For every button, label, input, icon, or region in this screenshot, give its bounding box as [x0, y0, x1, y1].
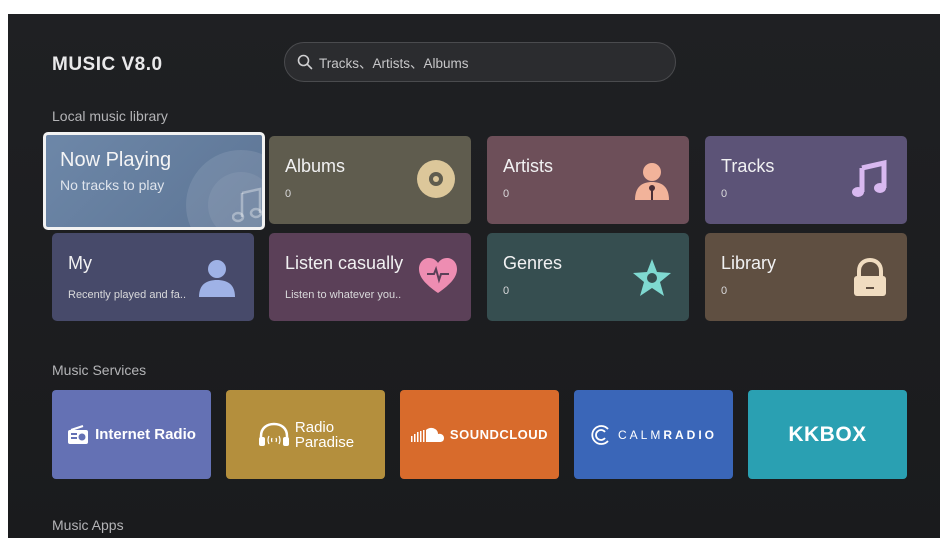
tile-title: Genres	[503, 253, 563, 273]
headphones-icon	[258, 422, 289, 446]
tile-title: Artists	[503, 156, 554, 176]
music-app-screen: MUSIC V8.0 Tracks、Artists、Albums Local m…	[8, 14, 940, 538]
service-label-line2: Paradise	[294, 433, 355, 451]
heart-icon	[419, 258, 457, 293]
section-title-services: Music Services	[52, 362, 147, 378]
tile-my[interactable]: My Recently played and fa..	[52, 233, 254, 321]
service-soundcloud[interactable]: SOUNDCLOUD	[400, 390, 559, 479]
service-radio-paradise[interactable]: Radio Paradise	[226, 390, 385, 479]
service-label: SOUNDCLOUD	[449, 427, 549, 442]
tile-count: 0	[721, 285, 728, 297]
disc-icon	[417, 160, 455, 198]
singer-icon	[635, 163, 669, 200]
tile-title: Albums	[285, 156, 346, 176]
search-icon	[297, 54, 313, 70]
tile-artists[interactable]: Artists 0	[487, 136, 689, 224]
section-title-local: Local music library	[52, 108, 168, 124]
tile-title: Tracks	[721, 156, 775, 176]
service-label-calm: CALM	[617, 427, 664, 442]
service-kkbox[interactable]: KKBOX	[748, 390, 907, 479]
tile-count: 0	[503, 285, 510, 297]
tile-title: My	[68, 253, 92, 273]
tile-title: Listen casually	[285, 253, 404, 273]
tile-genres[interactable]: Genres 0	[487, 233, 689, 321]
music-note-icon	[232, 187, 262, 223]
tile-now-playing[interactable]: Now Playing No tracks to play	[43, 132, 265, 230]
app-title: MUSIC V8.0	[52, 54, 163, 75]
tile-count: 0	[503, 188, 510, 200]
tile-subtitle: No tracks to play	[60, 177, 165, 193]
service-internet-radio[interactable]: Internet Radio	[52, 390, 211, 479]
calm-c-icon	[591, 424, 609, 445]
music-note-icon	[852, 159, 887, 197]
service-calm-radio[interactable]: CALM RADIO	[574, 390, 733, 479]
section-title-apps: Music Apps	[52, 517, 124, 533]
tile-library[interactable]: Library 0	[705, 233, 907, 321]
service-label-line1: Radio	[294, 418, 335, 436]
tile-subtitle: Recently played and fa..	[68, 289, 187, 301]
tile-listen-casually[interactable]: Listen casually Listen to whatever you..	[269, 233, 471, 321]
radio-icon	[68, 424, 89, 444]
tile-count: 0	[721, 188, 728, 200]
lock-icon	[854, 257, 886, 296]
search-bar[interactable]: Tracks、Artists、Albums	[284, 42, 676, 82]
user-icon	[199, 260, 235, 297]
service-label-radio: RADIO	[663, 427, 717, 442]
tile-count: 0	[285, 188, 292, 200]
radio-paradise-wordmark: Radio Paradise	[295, 420, 354, 450]
tile-title: Now Playing	[60, 149, 172, 171]
tile-tracks[interactable]: Tracks 0	[705, 136, 907, 224]
tile-title: Library	[721, 253, 777, 273]
search-placeholder: Tracks、Artists、Albums	[319, 56, 469, 71]
tile-subtitle: Listen to whatever you..	[285, 289, 402, 301]
star-icon	[633, 259, 671, 296]
tile-albums[interactable]: Albums 0	[269, 136, 471, 224]
service-label: Internet Radio	[95, 426, 196, 443]
service-label: KKBOX	[788, 422, 867, 446]
soundcloud-icon	[410, 427, 444, 442]
